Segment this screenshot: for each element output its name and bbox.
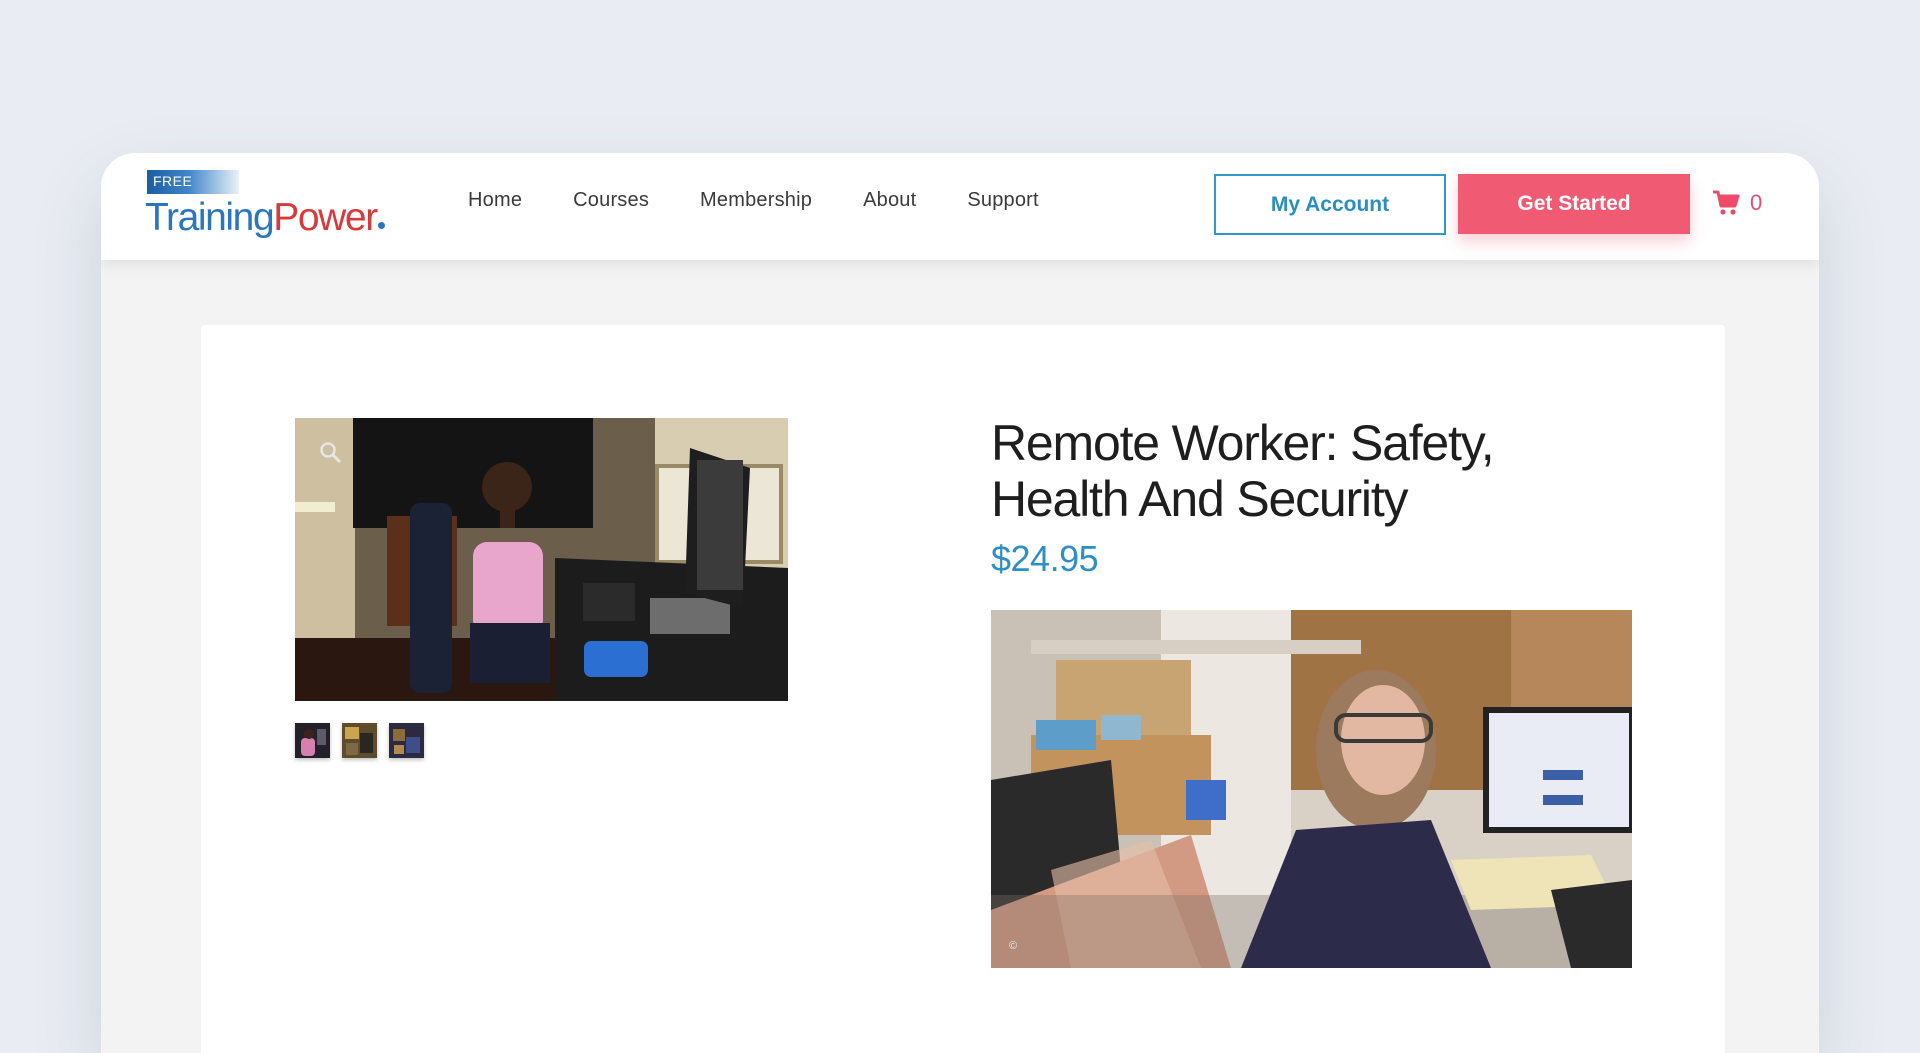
nav-item-membership[interactable]: Membership — [700, 189, 812, 212]
browser-frame: FREE TrainingPower Home Courses Membersh… — [101, 153, 1819, 1053]
cart-link[interactable]: 0 — [1712, 190, 1762, 216]
remote-worker-image — [991, 610, 1632, 968]
cart-count: 0 — [1750, 190, 1763, 215]
nav-item-courses[interactable]: Courses — [573, 189, 649, 212]
thumbnail-image-2[interactable] — [342, 723, 377, 758]
main-nav: Home Courses Membership About Support — [468, 189, 1090, 212]
logo-free-badge: FREE — [147, 170, 239, 194]
thumbnail-image-3[interactable] — [389, 723, 424, 758]
site-logo[interactable]: FREE TrainingPower — [145, 168, 395, 248]
logo-wordmark: TrainingPower — [145, 195, 378, 241]
get-started-button[interactable]: Get Started — [1458, 174, 1690, 234]
cart-icon — [1713, 190, 1740, 215]
logo-power-text: Power — [273, 196, 378, 239]
video-watermark-logo: © — [1009, 940, 1018, 952]
product-main-image[interactable] — [295, 418, 788, 701]
nav-item-home[interactable]: Home — [468, 189, 522, 212]
nav-item-support[interactable]: Support — [967, 189, 1038, 212]
product-title: Remote Worker: Safety, Health And Securi… — [991, 415, 1495, 527]
my-account-button[interactable]: My Account — [1214, 174, 1446, 235]
logo-registered-mark — [378, 222, 385, 229]
logo-training-text: Training — [145, 196, 275, 239]
zoom-icon[interactable] — [319, 441, 343, 465]
product-price: $24.95 — [991, 538, 1099, 579]
nav-item-about[interactable]: About — [863, 189, 916, 212]
thumbnail-strip — [295, 723, 424, 758]
product-video[interactable]: © — [991, 610, 1632, 968]
site-header: FREE TrainingPower Home Courses Membersh… — [101, 153, 1819, 260]
office-worker-image — [295, 418, 788, 701]
thumbnail-image-1[interactable] — [295, 723, 330, 758]
product-card: Remote Worker: Safety, Health And Securi… — [201, 325, 1725, 1053]
